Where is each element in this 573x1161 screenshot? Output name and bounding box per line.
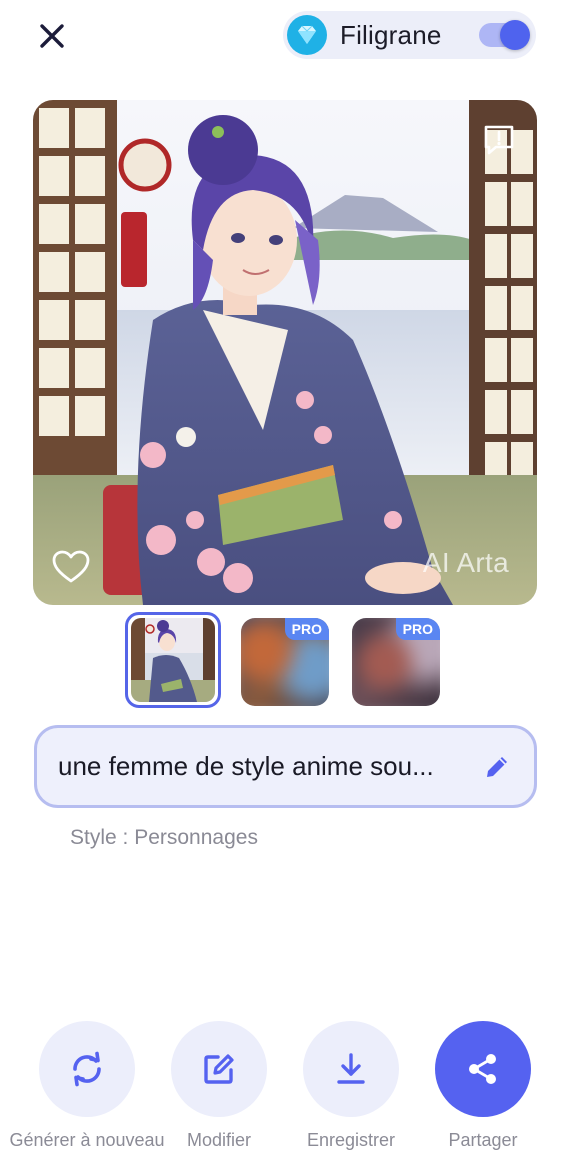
generated-image: AI Arta — [33, 100, 537, 605]
thumbnail-image — [131, 618, 215, 702]
pro-badge: PRO — [284, 618, 329, 640]
thumbnail-2[interactable]: PRO — [241, 618, 329, 706]
save-button[interactable] — [303, 1021, 399, 1117]
download-icon — [337, 1053, 365, 1084]
regenerate-icon — [73, 1051, 101, 1087]
thumbnail-1[interactable] — [125, 612, 221, 708]
regenerate-button[interactable] — [39, 1021, 135, 1117]
save-label: Enregistrer — [306, 1130, 396, 1150]
style-label: Style : Personnages — [70, 826, 258, 849]
diamond-icon — [287, 15, 327, 55]
report-icon — [484, 125, 514, 155]
edit-icon — [204, 1054, 234, 1084]
like-button[interactable] — [49, 547, 93, 587]
thumbnail-3[interactable]: PRO — [352, 618, 440, 706]
heart-icon — [52, 550, 90, 583]
regenerate-label: Générer à nouveau — [9, 1130, 165, 1150]
pro-badge: PRO — [395, 618, 440, 640]
prompt-field[interactable]: une femme de style anime sou... — [34, 725, 537, 808]
prompt-text: une femme de style anime sou... — [58, 751, 434, 781]
modify-button[interactable] — [171, 1021, 267, 1117]
share-icon — [469, 1054, 496, 1084]
watermark-toggle-pill: Filigrane — [283, 11, 536, 59]
close-button[interactable] — [30, 14, 74, 58]
share-label: Partager — [448, 1130, 518, 1150]
image-watermark: AI Arta — [422, 547, 509, 578]
close-icon — [40, 24, 64, 48]
watermark-label: Filigrane — [340, 19, 442, 50]
modify-label: Modifier — [186, 1130, 252, 1150]
result-screen: Filigrane AI Arta PRO PRO une femme de s… — [0, 0, 573, 1161]
report-button[interactable] — [481, 122, 517, 158]
generated-artwork — [33, 100, 537, 605]
pencil-icon — [487, 756, 507, 777]
share-button[interactable] — [435, 1021, 531, 1117]
watermark-switch[interactable] — [479, 20, 530, 50]
switch-knob — [500, 20, 530, 50]
edit-prompt-button[interactable] — [482, 752, 512, 782]
